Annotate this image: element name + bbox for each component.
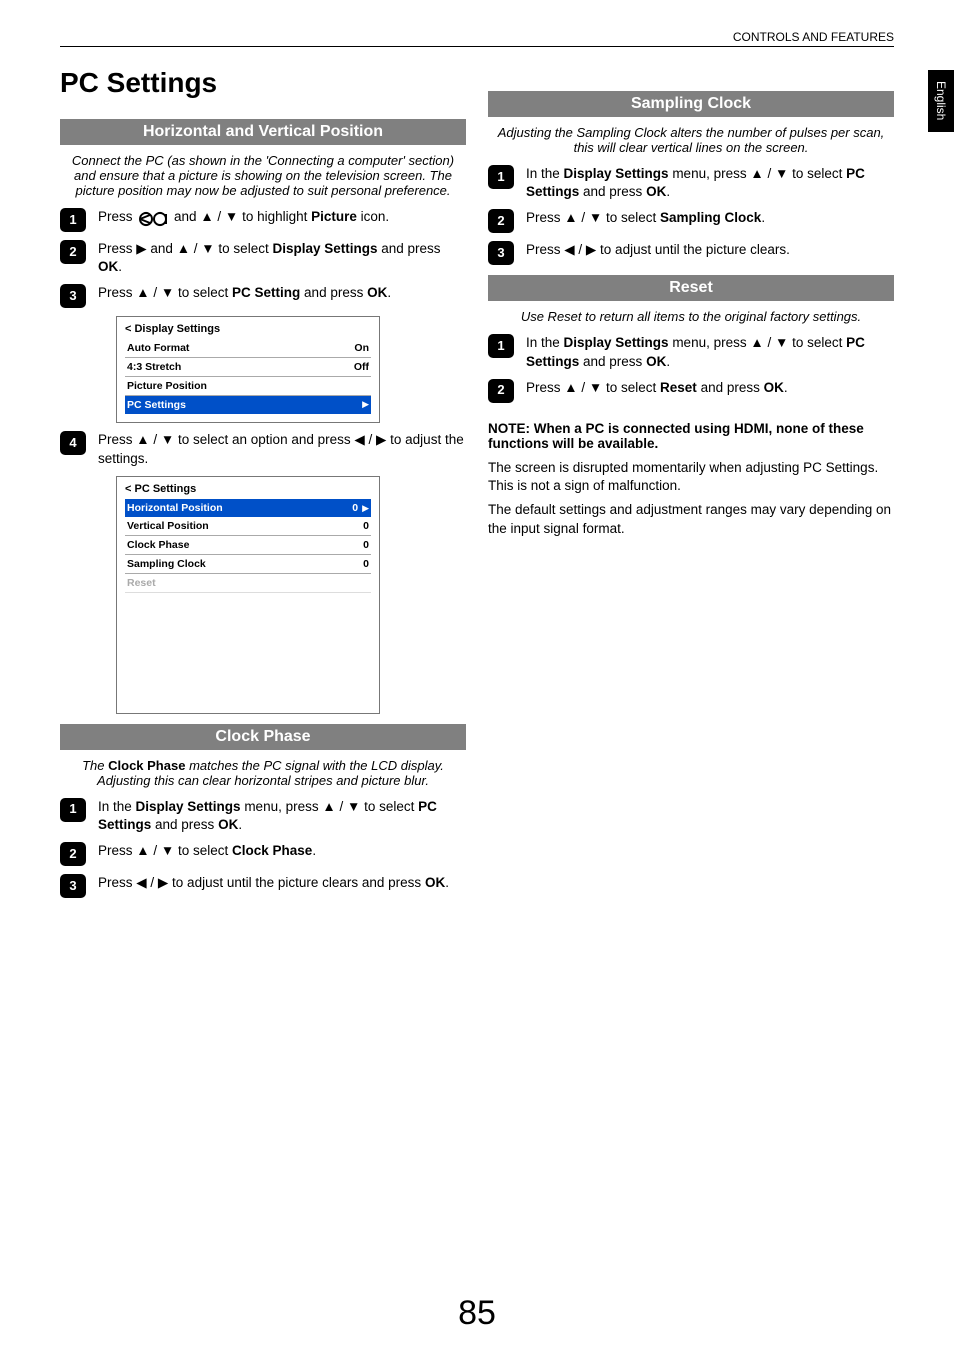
- step-text: In the Display Settings menu, press ▲ / …: [98, 798, 466, 834]
- up-down-icon: ▲ / ▼: [750, 335, 788, 350]
- step-badge-1: 1: [488, 165, 514, 189]
- section-heading-clock-phase: Clock Phase: [60, 724, 466, 750]
- body-text: The screen is disrupted momentarily when…: [488, 459, 894, 495]
- up-down-icon: ▲ / ▼: [750, 166, 788, 181]
- menu-title: < PC Settings: [125, 483, 371, 495]
- step-text: In the Display Settings menu, press ▲ / …: [526, 165, 894, 201]
- language-tab: English: [928, 70, 954, 132]
- step-badge-3: 3: [488, 241, 514, 265]
- step-badge-2: 2: [60, 842, 86, 866]
- up-down-icon: ▲ / ▼: [136, 285, 174, 300]
- note-text: NOTE: When a PC is connected using HDMI,…: [488, 421, 894, 451]
- menu-row-dim: Reset: [125, 574, 371, 593]
- step-badge-1: 1: [60, 208, 86, 232]
- intro-hv: Connect the PC (as shown in the 'Connect…: [60, 153, 466, 198]
- step-text: Press ◀ / ▶ to adjust until the picture …: [526, 241, 894, 259]
- step-badge-2: 2: [488, 209, 514, 233]
- up-down-icon: ▲ / ▼: [136, 843, 174, 858]
- section-heading-reset: Reset: [488, 275, 894, 301]
- section-heading-hv: Horizontal and Vertical Position: [60, 119, 466, 145]
- intro-clock-phase: The Clock Phase matches the PC signal wi…: [60, 758, 466, 788]
- right-arrow-icon: ▶: [358, 399, 369, 411]
- page-number: 85: [0, 1294, 954, 1333]
- step-text: Press ▲ / ▼ to select Sampling Clock.: [526, 209, 894, 227]
- left-right-icon: ◀ / ▶: [136, 875, 168, 890]
- step-badge-1: 1: [60, 798, 86, 822]
- menu-row: Auto FormatOn: [125, 339, 371, 358]
- menu-row: Picture Position: [125, 377, 371, 396]
- up-down-icon: ▲ / ▼: [564, 210, 602, 225]
- up-down-icon: ▲ / ▼: [177, 241, 215, 256]
- up-down-icon: ▲ / ▼: [136, 432, 174, 447]
- menu-row: Vertical Position0: [125, 517, 371, 536]
- page-title: PC Settings: [60, 67, 466, 99]
- section-heading-sampling: Sampling Clock: [488, 91, 894, 117]
- right-icon: ▶: [136, 241, 146, 256]
- step-text: Press ▶ and ▲ / ▼ to select Display Sett…: [98, 240, 466, 276]
- up-down-icon: ▲ / ▼: [322, 799, 360, 814]
- step-text: Press ▲ / ▼ to select PC Setting and pre…: [98, 284, 466, 302]
- menu-pc-settings: < PC Settings Horizontal Position0▶ Vert…: [116, 476, 380, 714]
- menu-title: < Display Settings: [125, 323, 371, 335]
- up-down-icon: ▲ / ▼: [200, 209, 238, 224]
- menu-row: Clock Phase0: [125, 536, 371, 555]
- quick-menu-icon: [136, 210, 170, 228]
- step-text: Press ◀ / ▶ to adjust until the picture …: [98, 874, 466, 892]
- left-right-icon: ◀ / ▶: [564, 242, 596, 257]
- header-divider: [60, 46, 894, 47]
- up-down-icon: ▲ / ▼: [564, 380, 602, 395]
- menu-row: 4:3 StretchOff: [125, 358, 371, 377]
- menu-row-selected: Horizontal Position0▶: [125, 499, 371, 517]
- menu-row-selected: PC Settings▶: [125, 396, 371, 414]
- menu-row: Sampling Clock0: [125, 555, 371, 574]
- step-text: Press ▲ / ▼ to select Clock Phase.: [98, 842, 466, 860]
- menu-display-settings: < Display Settings Auto FormatOn 4:3 Str…: [116, 316, 380, 423]
- header-section: CONTROLS AND FEATURES: [733, 30, 894, 44]
- step-text: Press ▲ / ▼ to select Reset and press OK…: [526, 379, 894, 397]
- intro-reset: Use Reset to return all items to the ori…: [488, 309, 894, 324]
- left-right-icon: ◀ / ▶: [354, 432, 386, 447]
- step-badge-2: 2: [60, 240, 86, 264]
- step-badge-2: 2: [488, 379, 514, 403]
- step-text: In the Display Settings menu, press ▲ / …: [526, 334, 894, 370]
- step-badge-3: 3: [60, 284, 86, 308]
- body-text: The default settings and adjustment rang…: [488, 501, 894, 537]
- step-badge-3: 3: [60, 874, 86, 898]
- intro-sampling: Adjusting the Sampling Clock alters the …: [488, 125, 894, 155]
- step-text: Press ▲ / ▼ to select an option and pres…: [98, 431, 466, 467]
- step-badge-1: 1: [488, 334, 514, 358]
- step-text: Press and ▲ / ▼ to highlight Picture ico…: [98, 208, 466, 228]
- step-badge-4: 4: [60, 431, 86, 455]
- right-arrow-icon: ▶: [358, 503, 369, 513]
